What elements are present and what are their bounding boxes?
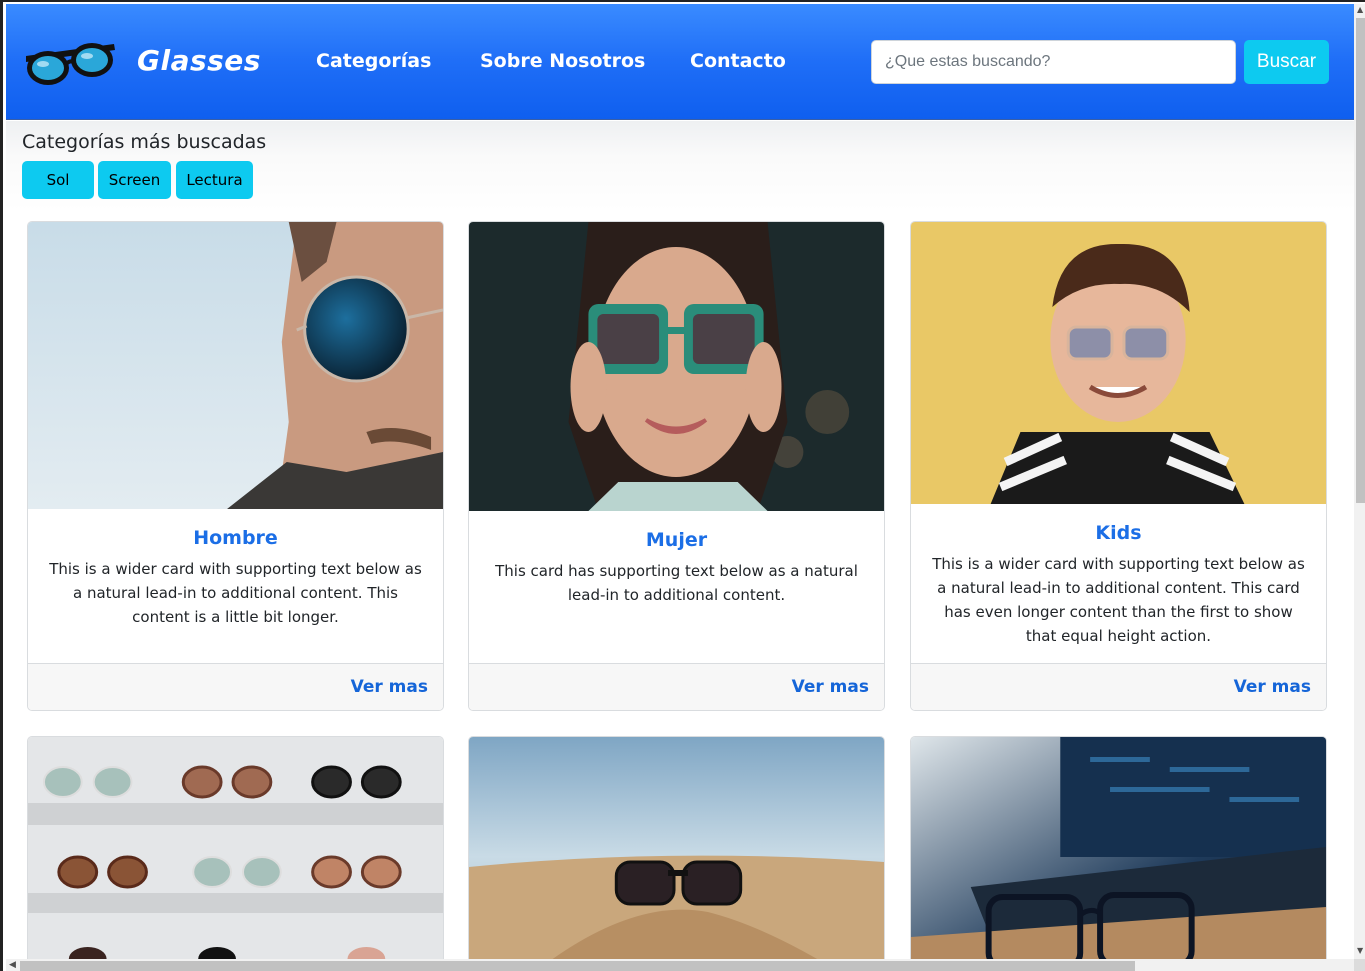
card-title[interactable]: Kids [929, 522, 1308, 544]
category-button-screen[interactable]: Screen [98, 161, 171, 199]
card-mujer: Mujer This card has supporting text belo… [468, 221, 885, 711]
card-title[interactable]: Hombre [46, 527, 425, 549]
nav-link-contacto[interactable]: Contacto [690, 50, 786, 72]
scroll-left-icon[interactable]: ◀ [9, 960, 16, 970]
scrollbar-corner [1354, 959, 1365, 971]
card-beach [468, 736, 885, 971]
sunglasses-logo-icon[interactable] [22, 34, 118, 90]
card-footer: Ver mas [911, 663, 1326, 710]
card-text: This is a wider card with supporting tex… [932, 555, 1305, 645]
horizontal-scrollbar[interactable]: ◀ [6, 959, 1354, 971]
card-text: This is a wider card with supporting tex… [49, 560, 422, 626]
card-title[interactable]: Mujer [487, 529, 866, 551]
ver-mas-link[interactable]: Ver mas [792, 677, 869, 697]
card-body-hombre: Hombre This is a wider card with support… [28, 527, 443, 629]
card-body-kids: Kids This is a wider card with supportin… [911, 522, 1326, 648]
card-hombre: Hombre This is a wider card with support… [27, 221, 444, 711]
card-image-beach-sunglasses[interactable] [469, 737, 884, 971]
scroll-down-icon[interactable]: ▼ [1357, 946, 1363, 955]
card-image-mujer[interactable] [469, 222, 884, 511]
card-body-mujer: Mujer This card has supporting text belo… [469, 529, 884, 607]
navbar: Glasses Categorías Sobre Nosotros Contac… [6, 4, 1354, 120]
card-kids: Kids This is a wider card with supportin… [910, 221, 1327, 711]
card-image-hombre[interactable] [28, 222, 443, 509]
search-button[interactable]: Buscar [1244, 40, 1329, 84]
card-footer: Ver mas [469, 663, 884, 710]
card-computer [910, 736, 1327, 971]
card-image-glasses-shelf[interactable] [28, 737, 443, 971]
search-input[interactable] [871, 40, 1236, 84]
vertical-scrollbar[interactable]: ▲ ▼ [1354, 4, 1365, 959]
nav-link-sobre-nosotros[interactable]: Sobre Nosotros [480, 50, 645, 72]
card-image-kids[interactable] [911, 222, 1326, 504]
scroll-up-icon[interactable]: ▲ [1357, 5, 1363, 14]
ver-mas-link[interactable]: Ver mas [1234, 677, 1311, 697]
card-image-reading-glasses[interactable] [911, 737, 1326, 971]
card-footer: Ver mas [28, 663, 443, 710]
card-text: This card has supporting text below as a… [495, 562, 858, 604]
brand-name[interactable]: Glasses [137, 44, 261, 77]
nav-link-categorias[interactable]: Categorías [316, 50, 431, 72]
card-shelf [27, 736, 444, 971]
categories-title: Categorías más buscadas [22, 131, 267, 153]
ver-mas-link[interactable]: Ver mas [351, 677, 428, 697]
horizontal-scroll-thumb[interactable] [20, 961, 1135, 971]
category-button-lectura[interactable]: Lectura [176, 161, 253, 199]
category-button-sol[interactable]: Sol [22, 161, 94, 199]
vertical-scroll-thumb[interactable] [1356, 18, 1365, 503]
categories-section: Categorías más buscadas Sol Screen Lectu… [6, 121, 1354, 211]
